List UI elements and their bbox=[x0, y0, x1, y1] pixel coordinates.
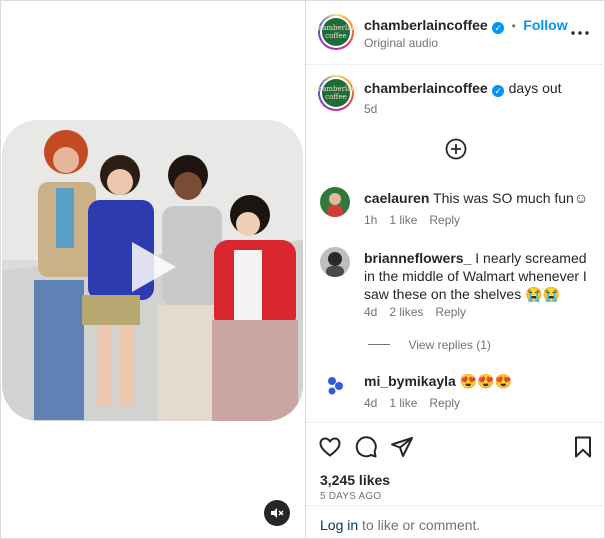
comment-time: 4d bbox=[364, 396, 378, 410]
comment-time: 1h bbox=[364, 213, 378, 227]
bookmark-icon[interactable] bbox=[571, 435, 595, 459]
reply-button[interactable]: Reply bbox=[435, 305, 466, 319]
comment-text: This was SO much fun☺ bbox=[433, 190, 589, 206]
comment-username[interactable]: mi_bymikayla bbox=[364, 373, 456, 389]
caption-time: 5d bbox=[364, 102, 378, 116]
view-replies[interactable]: View replies (1) bbox=[368, 336, 491, 354]
post-date[interactable]: 5 DAYS AGO bbox=[320, 491, 381, 502]
caption-text: days out bbox=[508, 80, 562, 96]
comment-time: 4d bbox=[364, 305, 378, 319]
comment-likes[interactable]: 2 likes bbox=[389, 305, 423, 319]
caption-avatar[interactable]: chamberlain coffee bbox=[314, 75, 358, 111]
reply-button[interactable]: Reply bbox=[429, 213, 460, 227]
chamberlain-logo: chamberlain coffee bbox=[314, 18, 358, 46]
comment-username[interactable]: caelauren bbox=[364, 190, 429, 206]
post-header: chamberlain coffee chamberlaincoffee ✓ •… bbox=[306, 1, 605, 65]
reply-button[interactable]: Reply bbox=[429, 396, 460, 410]
post-side-panel: chamberlain coffee chamberlaincoffee ✓ •… bbox=[305, 1, 605, 538]
comment-username[interactable]: brianneflowers_ bbox=[364, 250, 471, 266]
likes-count[interactable]: 3,245 likes bbox=[320, 472, 390, 488]
commenter-avatar[interactable] bbox=[320, 187, 350, 217]
audio-label[interactable]: Original audio bbox=[364, 36, 438, 50]
comment-item: mi_bymikayla 😍😍😍 4d 1 like Reply bbox=[320, 370, 592, 410]
author-username[interactable]: chamberlaincoffee bbox=[364, 17, 488, 33]
muted-speaker-icon[interactable] bbox=[264, 500, 290, 526]
comment-likes[interactable]: 1 like bbox=[389, 213, 417, 227]
post-dialog: chamberlain coffee chamberlaincoffee ✓ •… bbox=[0, 0, 605, 539]
comment-text: 😍😍😍 bbox=[459, 373, 513, 389]
commenter-avatar[interactable] bbox=[320, 247, 350, 277]
verified-badge-icon: ✓ bbox=[492, 22, 505, 34]
login-prompt: Log in to like or comment. bbox=[306, 505, 605, 539]
comment-item: caelauren This was SO much fun☺ 1h 1 lik… bbox=[320, 187, 592, 227]
follow-button[interactable]: Follow bbox=[523, 17, 567, 33]
verified-badge-icon: ✓ bbox=[492, 85, 505, 97]
comment-likes[interactable]: 1 like bbox=[389, 396, 417, 410]
play-icon[interactable] bbox=[128, 238, 180, 296]
login-link[interactable]: Log in bbox=[320, 517, 358, 533]
separator-dot: • bbox=[511, 19, 516, 33]
view-replies-label: View replies (1) bbox=[408, 338, 491, 352]
replies-divider bbox=[368, 344, 390, 345]
comment-item: brianneflowers_ I nearly screamed in the… bbox=[320, 247, 592, 319]
author-avatar[interactable]: chamberlain coffee bbox=[314, 14, 358, 50]
commenter-avatar[interactable] bbox=[320, 370, 350, 400]
comment-icon[interactable] bbox=[354, 435, 378, 459]
chamberlain-logo: chamberlain coffee bbox=[314, 79, 358, 107]
heart-icon[interactable] bbox=[318, 435, 342, 459]
caption-username[interactable]: chamberlaincoffee bbox=[364, 80, 488, 96]
caption: chamberlaincoffee ✓ days out bbox=[364, 80, 562, 98]
add-circle-icon[interactable] bbox=[445, 138, 467, 160]
share-icon[interactable] bbox=[390, 435, 414, 459]
media-panel bbox=[1, 1, 304, 538]
more-options-icon[interactable] bbox=[570, 23, 590, 43]
login-rest: to like or comment. bbox=[358, 517, 481, 533]
